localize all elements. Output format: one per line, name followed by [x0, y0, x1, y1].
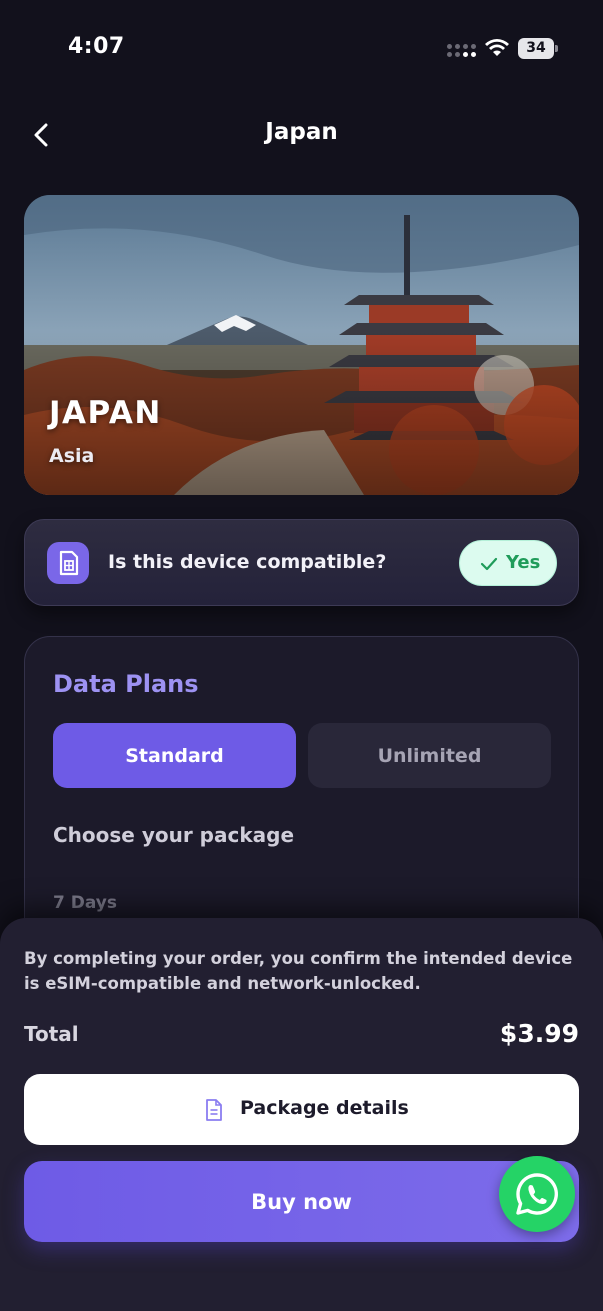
compatible-yes-badge[interactable]: Yes [459, 540, 557, 586]
data-plans-heading: Data Plans [53, 670, 199, 698]
country-hero-card: JAPAN Asia [24, 195, 579, 495]
checkout-sheet: By completing your order, you confirm th… [0, 918, 603, 1311]
package-group-label: 7 Days [53, 893, 118, 913]
top-nav: Japan [0, 105, 603, 165]
battery-icon: 34 [518, 38, 558, 59]
status-bar: 4:07 34 [0, 0, 603, 96]
battery-level: 34 [526, 40, 546, 56]
country-name: JAPAN [49, 395, 162, 431]
compatible-yes-label: Yes [506, 552, 541, 573]
buy-now-label: Buy now [251, 1189, 352, 1214]
order-disclaimer: By completing your order, you confirm th… [24, 949, 573, 993]
tab-standard-label: Standard [125, 744, 224, 767]
whatsapp-icon [516, 1173, 558, 1215]
page-title: Japan [265, 119, 338, 145]
package-details-label: Package details [240, 1097, 409, 1119]
tab-standard[interactable]: Standard [53, 723, 296, 788]
sim-card-icon [47, 542, 89, 584]
compatibility-card[interactable]: Is this device compatible? Yes [24, 519, 579, 606]
document-icon [206, 1099, 222, 1121]
choose-package-label: Choose your package [53, 823, 295, 847]
status-time: 4:07 [68, 34, 125, 59]
checkmark-icon [480, 557, 498, 571]
wifi-icon [485, 39, 509, 56]
package-details-button[interactable]: Package details [24, 1074, 579, 1145]
tab-unlimited[interactable]: Unlimited [308, 723, 551, 788]
total-label: Total [24, 1022, 79, 1046]
whatsapp-button[interactable] [499, 1156, 575, 1232]
buy-now-button[interactable]: Buy now [24, 1161, 579, 1242]
tab-unlimited-label: Unlimited [377, 744, 482, 767]
hero-image [24, 195, 579, 495]
region-name: Asia [49, 445, 95, 467]
total-price: $3.99 [499, 1019, 579, 1048]
compatibility-question: Is this device compatible? [108, 551, 387, 573]
signal-dots-icon [447, 44, 476, 58]
